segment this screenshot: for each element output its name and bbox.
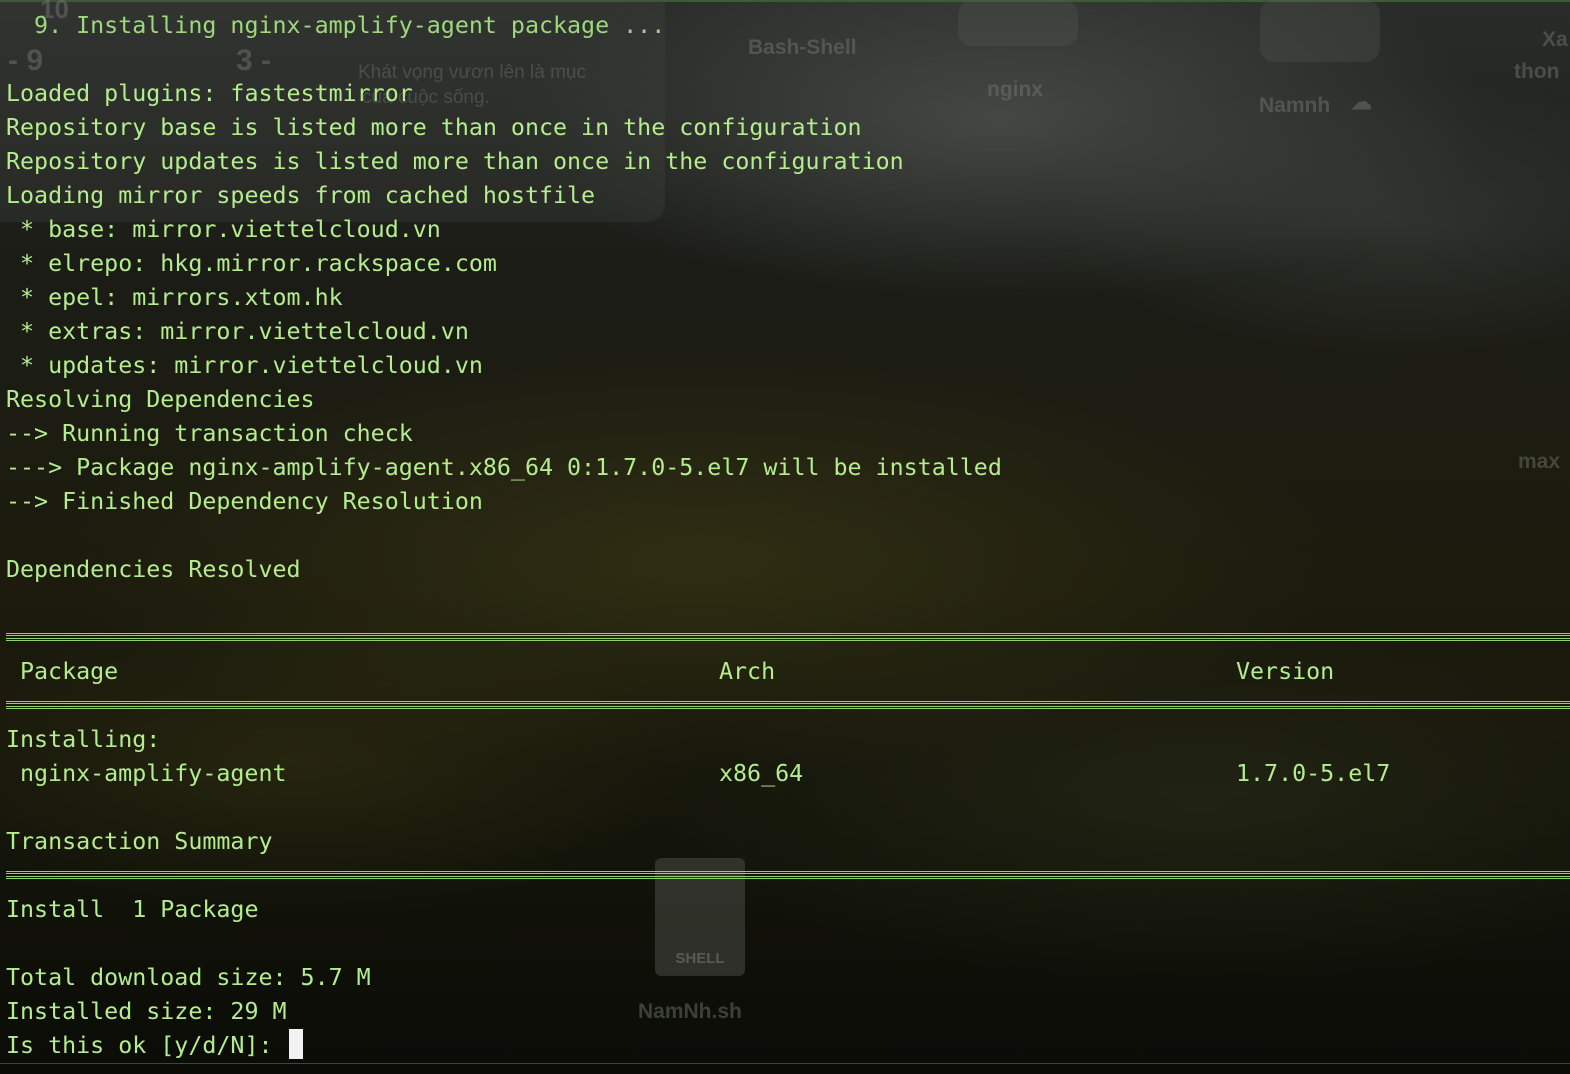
transaction-summary-label: Transaction Summary [6,828,273,855]
terminal-header-line: 9. Installing nginx-amplify-agent packag… [6,12,666,39]
table-header-arch: Arch [719,658,776,685]
summary-separator [6,871,1570,879]
dependencies-resolved-line: Dependencies Resolved [6,556,301,583]
terminal-line: Loaded plugins: fastestmirror [6,80,413,107]
terminal-cursor [288,1029,303,1059]
table-separator [6,701,1570,709]
terminal-line: Repository updates is listed more than o… [6,148,904,175]
terminal-line: ---> Package nginx-amplify-agent.x86_64 … [6,454,1002,481]
terminal-line: * base: mirror.viettelcloud.vn [6,216,441,243]
row-package-name: nginx-amplify-agent [20,760,287,787]
table-header-version: Version [1236,658,1335,685]
total-download-size-line: Total download size: 5.7 M [6,964,371,991]
terminal-line: --> Running transaction check [6,420,413,447]
terminal-line: Loading mirror speeds from cached hostfi… [6,182,596,209]
terminal-line: --> Finished Dependency Resolution [6,488,483,515]
row-package-arch: x86_64 [719,760,804,787]
confirm-prompt-line[interactable]: Is this ok [y/d/N]: [6,1029,303,1063]
terminal-line: * epel: mirrors.xtom.hk [6,284,343,311]
desktop-background: Khát vọng vươn lên là mục của cuộc sống.… [0,0,1570,1074]
window-bottom-border [0,1063,1570,1064]
installed-size-line: Installed size: 29 M [6,998,287,1025]
table-header-package: Package [20,658,119,685]
terminal-line: Repository base is listed more than once… [6,114,862,141]
table-separator [6,633,1570,641]
terminal-line: * extras: mirror.viettelcloud.vn [6,318,469,345]
installing-label: Installing: [6,726,161,753]
row-package-version: 1.7.0-5.el7 [1236,760,1391,787]
confirm-prompt-text: Is this ok [y/d/N]: [6,1032,287,1059]
terminal-line: * elrepo: hkg.mirror.rackspace.com [6,250,497,277]
terminal-output[interactable]: 9. Installing nginx-amplify-agent packag… [0,0,1570,1074]
terminal-line: Resolving Dependencies [6,386,315,413]
install-count-line: Install 1 Package [6,896,259,923]
terminal-line: * updates: mirror.viettelcloud.vn [6,352,483,379]
